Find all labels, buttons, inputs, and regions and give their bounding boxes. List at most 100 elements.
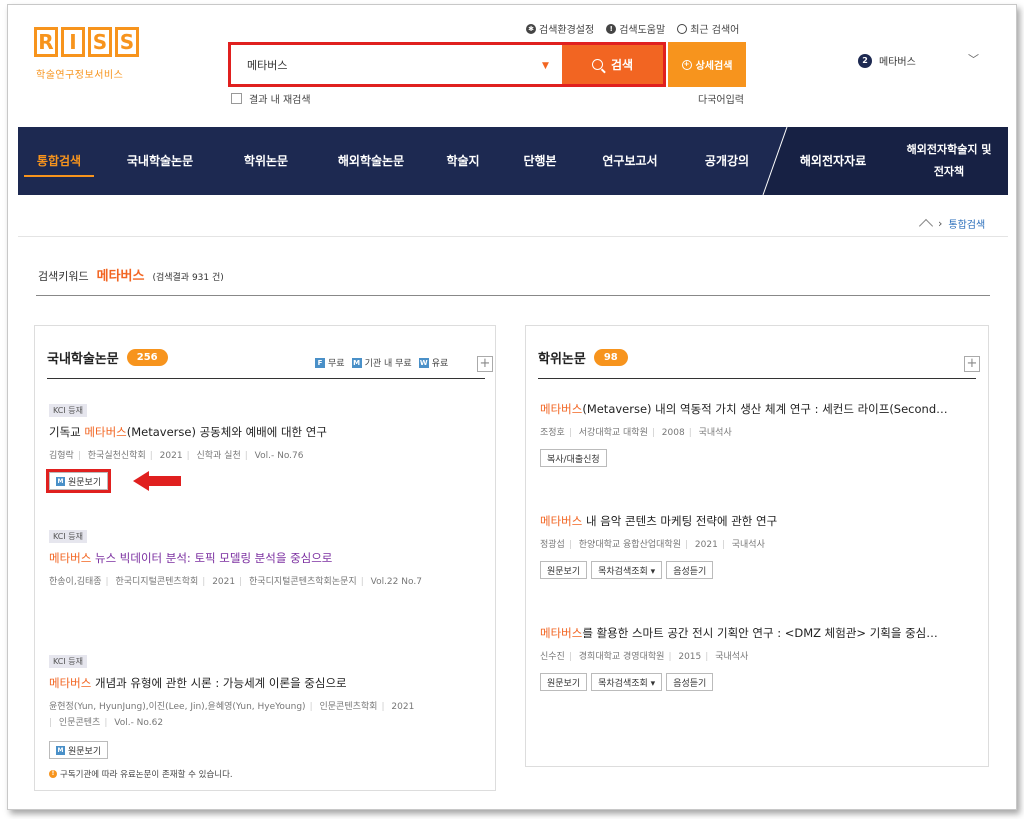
listen-audio-button[interactable]: 음성듣기 <box>666 673 714 691</box>
meta-journal[interactable]: 인문콘텐츠 <box>59 718 100 728</box>
recent-keyword-box[interactable]: 2 메타버스 <box>858 53 916 68</box>
riss-logo[interactable]: R I S S 학술연구정보서비스 <box>34 27 144 81</box>
action-buttons: 복사/대출신청 <box>540 449 980 467</box>
kci-tag: KCI 등재 <box>49 655 88 668</box>
home-icon[interactable] <box>920 219 932 229</box>
panel-title[interactable]: 학위논문 <box>538 348 586 367</box>
thesis-title-link[interactable]: 메타버스를 활용한 스마트 공간 전시 기획안 연구 : <DMZ 체험관> 기… <box>540 625 980 641</box>
nav-tab-dissertations[interactable]: 학위논문 <box>228 127 304 195</box>
info-icon: ! <box>606 23 617 34</box>
meta-author[interactable]: 정광섭 <box>540 540 565 550</box>
nav-tab-overseas-papers[interactable]: 해외학술논문 <box>323 127 419 195</box>
meta-year: 2021 <box>159 451 183 461</box>
meta-author[interactable]: 김형락 <box>49 451 74 461</box>
recent-keyword-label: 메타버스 <box>879 57 916 68</box>
advanced-search-button[interactable]: + 상세검색 <box>668 42 746 87</box>
logo-letter: I <box>61 27 85 57</box>
view-fulltext-button[interactable]: 원문보기 <box>540 673 588 691</box>
nav-tab-open-lectures[interactable]: 공개강의 <box>694 127 760 195</box>
title-highlight: 메타버스 <box>49 676 92 690</box>
clock-icon <box>677 23 688 34</box>
institution-free-icon: M <box>351 357 362 368</box>
meta-volume: Vol.- No.62 <box>114 718 164 728</box>
list-item: KCI 등재 메타버스 개념과 유형에 관한 시론 : 가능세계 이론을 중심으… <box>49 654 489 780</box>
meta-publisher[interactable]: 한국디지털콘텐츠학회 <box>115 577 198 587</box>
thesis-title-link[interactable]: 메타버스(Metaverse) 내의 역동적 가치 생산 체계 연구 : 세컨드… <box>540 401 980 417</box>
search-scope-dropdown-icon[interactable]: ▼ <box>542 61 549 71</box>
institution-free-icon: M <box>56 745 65 755</box>
recent-search-label: 최근 검색어 <box>690 25 740 36</box>
meta-school[interactable]: 서강대학교 대학원 <box>579 428 648 438</box>
keyword-term: 메타버스 <box>96 269 145 284</box>
toc-search-dropdown[interactable]: 목차검색조회 ▾ <box>591 561 663 579</box>
logo-letter: R <box>34 27 58 57</box>
search-settings-link[interactable]: ✱ 검색환경설정 <box>526 21 594 36</box>
meta-journal[interactable]: 신학과 실천 <box>196 451 240 461</box>
institution-free-icon: M <box>56 476 65 486</box>
action-buttons: 원문보기 목차검색조회 ▾ 음성듣기 <box>540 673 980 691</box>
toc-search-dropdown[interactable]: 목차검색조회 ▾ <box>591 673 663 691</box>
legend-paid: W 유료 <box>418 356 448 369</box>
meta-school[interactable]: 경희대학교 경영대학원 <box>579 652 665 662</box>
view-fulltext-button[interactable]: M 원문보기 <box>49 741 109 759</box>
paper-meta: 김형락 | 한국실천신학회 | 2021 | 신학과 실천 | Vol.- No.76 <box>49 451 304 461</box>
meta-degree: 국내석사 <box>698 428 732 438</box>
divider <box>538 378 976 379</box>
paper-title-link[interactable]: 기독교 메타버스(Metaverse) 공동체와 예배에 대한 연구 <box>49 424 489 440</box>
panel-header: 학위논문 98 <box>538 348 628 367</box>
meta-author[interactable]: 조정호 <box>540 428 565 438</box>
main-nav: 통합검색 국내학술논문 학위논문 해외학술논문 학술지 단행본 연구보고서 공개… <box>18 127 1008 195</box>
more-plus-icon[interactable]: + <box>477 356 493 372</box>
nav-tab-research-reports[interactable]: 연구보고서 <box>590 127 670 195</box>
multilang-input-link[interactable]: 다국어입력 <box>698 91 744 106</box>
thesis-meta: 정광섭 | 한양대학교 융합산업대학원 | 2021 | 국내석사 <box>540 540 765 550</box>
thesis-title-link[interactable]: 메타버스 내 음악 콘텐츠 마케팅 전략에 관한 연구 <box>540 513 980 529</box>
legend-institution-free: M 기관 내 무료 <box>351 356 412 369</box>
nav-tab-overseas-ejournals[interactable]: 해외전자학술지 및 전자책 <box>894 127 1004 195</box>
list-item: 메타버스(Metaverse) 내의 역동적 가치 생산 체계 연구 : 세컨드… <box>540 394 980 467</box>
search-input[interactable] <box>231 45 566 84</box>
chevron-down-icon[interactable]: ﹀ <box>968 51 979 67</box>
title-highlight: 메타버스 <box>49 551 92 565</box>
meta-volume: Vol.22 No.7 <box>370 577 422 587</box>
nav-tab-books[interactable]: 단행본 <box>513 127 567 195</box>
meta-author[interactable]: 신수진 <box>540 652 565 662</box>
recent-search-link[interactable]: 최근 검색어 <box>677 21 739 36</box>
page-frame: R I S S 학술연구정보서비스 ✱ 검색환경설정 ! 검색도움말 최근 검색… <box>7 4 1017 810</box>
view-fulltext-button[interactable]: 원문보기 <box>540 561 588 579</box>
thesis-meta: 조정호 | 서강대학교 대학원 | 2008 | 국내석사 <box>540 428 732 438</box>
meta-year: 2021 <box>212 577 236 587</box>
meta-author[interactable]: 윤현정(Yun, HyunJung),이진(Lee, Jin),윤혜영(Yun,… <box>49 702 306 712</box>
advanced-search-label: 상세검색 <box>695 61 733 72</box>
meta-publisher[interactable]: 인문콘텐츠학회 <box>320 702 378 712</box>
search-button[interactable]: 검색 <box>562 45 663 84</box>
nav-tab-integrated-search[interactable]: 통합검색 <box>18 127 100 195</box>
meta-journal[interactable]: 한국디지털콘텐츠학회논문지 <box>249 577 357 587</box>
paper-title-link[interactable]: 메타버스 개념과 유형에 관한 시론 : 가능세계 이론을 중심으로 <box>49 675 489 691</box>
search-help-label: 검색도움말 <box>619 25 666 36</box>
meta-school[interactable]: 한양대학교 융합산업대학원 <box>579 540 681 550</box>
title-highlight: 메타버스 <box>84 425 127 439</box>
search-help-link[interactable]: ! 검색도움말 <box>606 21 665 36</box>
title-highlight: 메타버스 <box>540 402 583 416</box>
re-search-option[interactable]: 결과 내 재검색 <box>231 91 311 106</box>
paper-title-link[interactable]: 메타버스 뉴스 빅데이터 분석: 토픽 모델링 분석을 중심으로 <box>49 550 489 566</box>
nav-tab-journals[interactable]: 학술지 <box>436 127 490 195</box>
nav-tab-domestic-papers[interactable]: 국내학술논문 <box>116 127 204 195</box>
paper-meta: 윤현정(Yun, HyunJung),이진(Lee, Jin),윤혜영(Yun,… <box>49 702 415 728</box>
nav-tab-overseas-eresources[interactable]: 해외전자자료 <box>788 127 878 195</box>
listen-audio-button[interactable]: 음성듣기 <box>666 561 714 579</box>
copy-loan-request-button[interactable]: 복사/대출신청 <box>540 449 607 467</box>
legend-institution-label: 기관 내 무료 <box>364 359 412 369</box>
meta-author[interactable]: 한송이,김태종 <box>49 577 102 587</box>
panel-title[interactable]: 국내학술논문 <box>47 348 119 367</box>
view-fulltext-button[interactable]: M 원문보기 <box>45 469 112 493</box>
meta-publisher[interactable]: 한국실천신학회 <box>88 451 146 461</box>
breadcrumb-current[interactable]: 통합검색 <box>948 216 985 231</box>
re-search-checkbox[interactable] <box>231 93 242 104</box>
more-plus-icon[interactable]: + <box>964 356 980 372</box>
divider <box>36 295 990 296</box>
meta-year: 2015 <box>678 652 702 662</box>
title-highlight: 메타버스 <box>540 626 583 640</box>
search-icon <box>591 59 603 70</box>
